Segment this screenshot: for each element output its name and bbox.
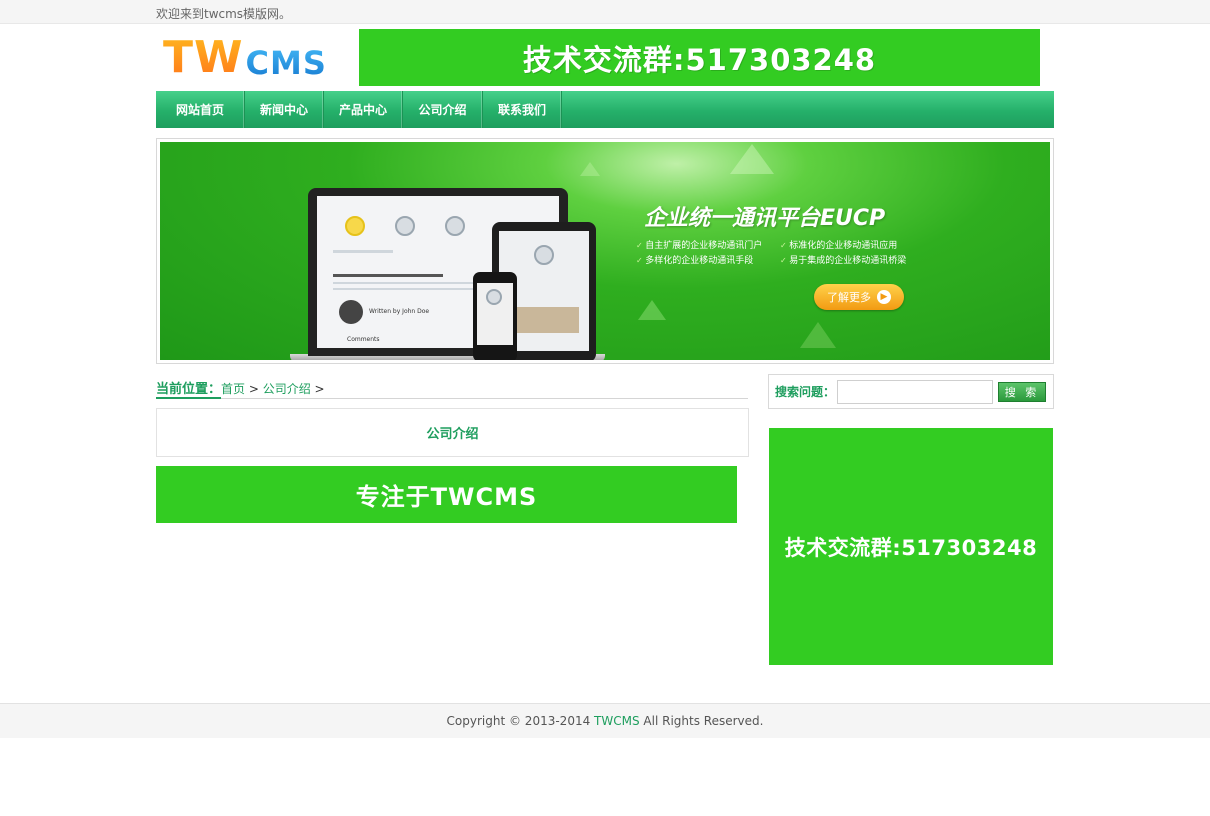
copyright-text: Copyright © 2013-2014 TWCMS All Rights R… xyxy=(447,714,764,728)
screen-image xyxy=(509,307,579,333)
banner-feature: 自主扩展的企业移动通讯门户 xyxy=(636,238,762,251)
search-input[interactable] xyxy=(837,379,994,404)
arrow-right-icon: ▶ xyxy=(877,290,891,304)
phone-screen xyxy=(477,283,513,345)
banner-title: 企业统一通讯平台EUCP xyxy=(644,206,886,231)
header-ad-text: 技术交流群:517303248 xyxy=(522,42,877,77)
screen-icon xyxy=(395,216,415,236)
breadcrumb-label: 当前位置： xyxy=(156,378,222,399)
welcome-text: 欢迎来到twcms模版网。 xyxy=(156,7,292,21)
page-title-box: 公司介绍 xyxy=(156,408,749,457)
main-nav: 网站首页 新闻中心 产品中心 公司介绍 联系我们 xyxy=(156,91,1054,128)
nav-item-products[interactable]: 产品中心 xyxy=(324,91,403,128)
breadcrumb-separator: > xyxy=(245,382,263,396)
search-label: 搜索问题： xyxy=(775,385,836,399)
nav-item-news[interactable]: 新闻中心 xyxy=(245,91,324,128)
screen-author: Written by John Doe xyxy=(369,308,430,315)
decor-triangle xyxy=(730,144,774,174)
nav-item-about[interactable]: 公司介绍 xyxy=(403,91,483,128)
breadcrumb-home-link[interactable]: 首页 xyxy=(221,382,245,396)
sidebar-ad-banner[interactable]: 技术交流群:517303248 xyxy=(769,428,1053,665)
nav-item-home[interactable]: 网站首页 xyxy=(156,91,245,128)
decor-triangle xyxy=(638,300,666,320)
screen-icon xyxy=(534,245,554,265)
learn-more-label: 了解更多 xyxy=(827,291,871,304)
content-ad-banner[interactable]: 专注于TWCMS xyxy=(156,466,737,523)
screen-icon xyxy=(345,216,365,236)
screen-text-line xyxy=(333,250,393,253)
screen-comments: Comments xyxy=(347,336,380,343)
breadcrumb: 当前位置：首页 > 公司介绍 > xyxy=(156,378,748,399)
copyright-suffix: All Rights Reserved. xyxy=(639,714,764,728)
page-title: 公司介绍 xyxy=(426,427,479,442)
footer-brand-link[interactable]: TWCMS xyxy=(594,714,640,728)
breadcrumb-current-link[interactable]: 公司介绍 xyxy=(263,382,311,396)
decor-triangle xyxy=(580,162,600,176)
decor-triangle xyxy=(800,322,836,348)
copyright-prefix: Copyright © 2013-2014 xyxy=(446,714,595,728)
banner-feature: 多样化的企业移动通讯手段 xyxy=(636,253,753,266)
phone-illustration xyxy=(473,272,517,360)
footer: Copyright © 2013-2014 TWCMS All Rights R… xyxy=(0,703,1210,738)
logo-cms: CMS xyxy=(245,44,327,82)
breadcrumb-separator: > xyxy=(310,382,325,396)
screen-text-line xyxy=(333,274,443,277)
hero-banner[interactable]: Written by John Doe Comments 企业统一通讯平台EUC… xyxy=(160,142,1050,360)
header-ad-banner[interactable]: 技术交流群:517303248 xyxy=(359,29,1040,86)
search-box: 搜索问题： 搜 索 xyxy=(768,374,1054,409)
search-button[interactable]: 搜 索 xyxy=(998,381,1047,402)
learn-more-button[interactable]: 了解更多 ▶ xyxy=(814,284,904,310)
sidebar-ad-text: 技术交流群:517303248 xyxy=(784,535,1038,560)
banner-frame: Written by John Doe Comments 企业统一通讯平台EUC… xyxy=(156,138,1054,364)
screen-avatar xyxy=(339,300,363,324)
banner-feature: 易于集成的企业移动通讯桥梁 xyxy=(780,253,906,266)
logo-tw: TW xyxy=(163,32,244,83)
screen-icon xyxy=(486,289,502,305)
nav-item-contact[interactable]: 联系我们 xyxy=(483,91,562,128)
banner-feature: 标准化的企业移动通讯应用 xyxy=(780,238,897,251)
screen-icon xyxy=(445,216,465,236)
top-bar: 欢迎来到twcms模版网。 xyxy=(0,0,1210,24)
content-ad-text: 专注于TWCMS xyxy=(355,483,538,511)
site-logo[interactable]: TW CMS xyxy=(163,32,327,83)
